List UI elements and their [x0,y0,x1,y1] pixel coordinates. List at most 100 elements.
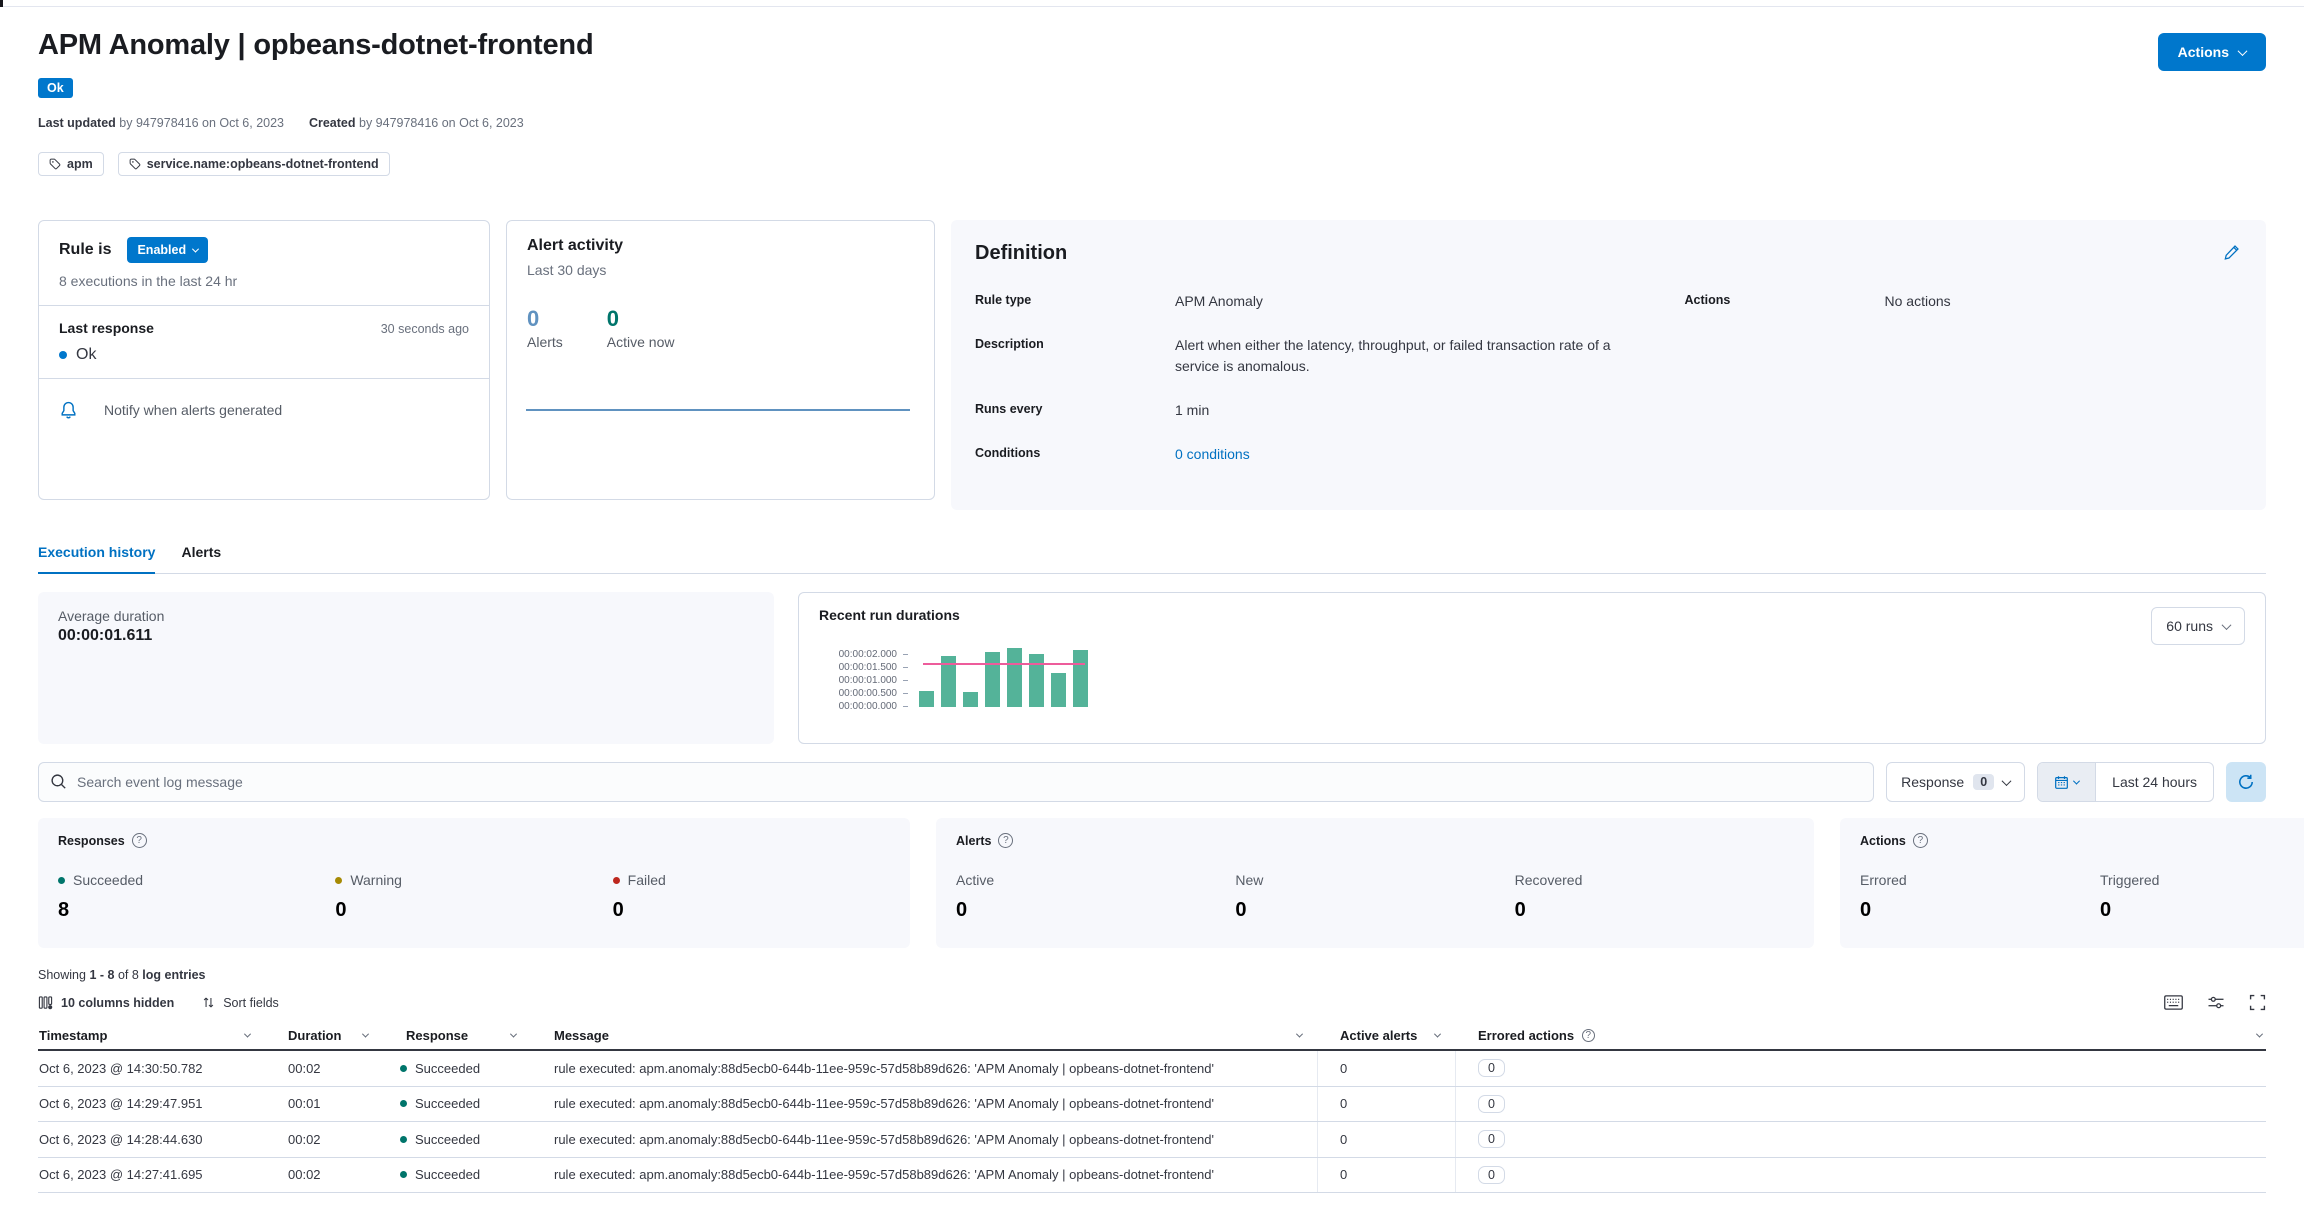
cell-errored-actions: 0 [1456,1158,2266,1193]
recent-run-durations-panel: Recent run durations 60 runs 00:00:02.00… [798,592,2266,744]
edit-pencil-icon[interactable] [2223,244,2240,266]
succeeded-dot [400,1100,407,1107]
col-header-duration[interactable]: Duration [266,1021,384,1049]
rule-details-page: APM Anomaly | opbeans-dotnet-frontend Ok… [0,7,2304,1193]
new-label: New [1235,872,1263,888]
search-icon [50,773,67,795]
axis-tick [903,654,908,655]
errored-actions-badge[interactable]: 0 [1478,1130,1505,1148]
duration-panels-row: Average duration 00:00:01.611 Recent run… [38,592,2266,744]
warning-label: Warning [350,872,402,888]
alert-activity-title: Alert activity [527,237,914,255]
created-value: by 947978416 on Oct 6, 2023 [359,116,524,130]
cell-message: rule executed: apm.anomaly:88d5ecb0-644b… [532,1122,1318,1157]
tag-apm[interactable]: apm [38,152,104,176]
cell-response: Succeeded [384,1122,532,1157]
succeeded-dot [58,877,65,884]
col-header-message[interactable]: Message [532,1021,1318,1049]
duration-bar [963,692,978,707]
enabled-dropdown-button[interactable]: Enabled [127,237,208,263]
errored-actions-badge[interactable]: 0 [1478,1166,1505,1184]
succeeded-value: 8 [58,899,335,922]
log-table-header: Timestamp Duration Response Message Acti… [38,1021,2266,1051]
cell-duration: 00:02 [266,1051,384,1086]
col-header-timestamp[interactable]: Timestamp [38,1021,266,1049]
duration-bar [919,691,934,707]
summary-cards-row: Rule is Enabled 8 executions in the last… [38,220,2266,510]
cell-message: rule executed: apm.anomaly:88d5ecb0-644b… [532,1051,1318,1086]
y-axis-tick-label: 00:00:00.000 [839,701,897,712]
y-axis-tick-label: 00:00:00.500 [839,688,897,699]
actions-button[interactable]: Actions [2158,33,2266,71]
window-corner-notch [0,0,3,7]
cell-errored-actions: 0 [1456,1087,2266,1122]
cell-response: Succeeded [384,1158,532,1193]
succeeded-label: Succeeded [73,872,143,888]
col-header-active-alerts[interactable]: Active alerts [1318,1021,1456,1049]
keyboard-icon[interactable] [2164,995,2183,1010]
last-response-label: Last response [59,320,154,336]
run-duration-yaxis: 00:00:02.00000:00:01.50000:00:01.00000:0… [825,644,897,707]
rule-status-badge: Ok [38,78,73,98]
fullscreen-icon[interactable] [2249,994,2266,1011]
tab-alerts[interactable]: Alerts [181,544,221,573]
active-now-count: 0 [607,306,675,332]
sort-fields-button[interactable]: Sort fields [202,996,279,1010]
rule-type-label: Rule type [975,291,1175,312]
runs-count-label: 60 runs [2166,618,2213,634]
last-updated-value: by 947978416 on Oct 6, 2023 [119,116,284,130]
columns-icon [38,995,53,1010]
search-input[interactable] [38,762,1874,802]
rule-is-label: Rule is [59,241,111,259]
table-row[interactable]: Oct 6, 2023 @ 14:28:44.630 00:02 Succeed… [38,1122,2266,1158]
columns-hidden-button[interactable]: 10 columns hidden [38,995,174,1010]
responses-title: Responses [58,834,125,848]
run-durations-chart: 00:00:02.00000:00:01.50000:00:01.00000:0… [819,637,2245,715]
tag-label: apm [67,157,93,171]
refresh-button[interactable] [2226,762,2266,802]
help-icon[interactable]: ? [132,833,147,848]
axis-tick [903,667,908,668]
col-header-errored-actions[interactable]: Errored actions ? [1456,1021,2266,1049]
errored-actions-badge[interactable]: 0 [1478,1059,1505,1077]
quick-select-date-button[interactable] [2038,763,2096,801]
conditions-label: Conditions [975,444,1175,465]
col-header-response[interactable]: Response [384,1021,532,1049]
axis-tick [903,693,908,694]
cell-response: Succeeded [384,1087,532,1122]
tag-service-name[interactable]: service.name:opbeans-dotnet-frontend [118,152,390,176]
stat-new: New 0 [1235,872,1514,922]
sort-icon [202,996,215,1009]
last-updated-label: Last updated [38,116,116,130]
table-row[interactable]: Oct 6, 2023 @ 14:27:41.695 00:02 Succeed… [38,1158,2266,1194]
recovered-value: 0 [1515,899,1794,922]
cell-errored-actions: 0 [1456,1122,2266,1157]
rule-type-value: APM Anomaly [1175,291,1263,312]
errored-actions-badge[interactable]: 0 [1478,1095,1505,1113]
chevron-down-icon [2238,46,2248,56]
alerts-panel: Alerts ? Active 0 New 0 Recovered 0 [936,818,1814,948]
table-row[interactable]: Oct 6, 2023 @ 14:30:50.782 00:02 Succeed… [38,1051,2266,1087]
chevron-down-icon [2256,1030,2263,1037]
axis-tick [903,706,908,707]
event-log-toolbar: Response 0 Last 24 hours [38,762,2266,802]
tab-execution-history[interactable]: Execution history [38,544,155,574]
y-axis-tick-label: 00:00:02.000 [839,649,897,660]
conditions-link[interactable]: 0 conditions [1175,444,1250,465]
average-duration-line [923,663,1085,665]
definition-left-column: Rule type APM Anomaly Description Alert … [975,291,1685,488]
cell-active-alerts: 0 [1318,1087,1456,1122]
alerts-count-label: Alerts [527,334,563,350]
chevron-down-icon [2073,777,2080,784]
table-row[interactable]: Oct 6, 2023 @ 14:29:47.951 00:01 Succeed… [38,1087,2266,1123]
help-icon[interactable]: ? [1913,833,1928,848]
response-filter-button[interactable]: Response 0 [1886,762,2025,802]
duration-bar [1029,654,1044,707]
time-range-button[interactable]: Last 24 hours [2096,763,2213,801]
display-options-icon[interactable] [2207,995,2225,1010]
warning-value: 0 [335,899,612,922]
description-label: Description [975,335,1175,377]
cell-timestamp: Oct 6, 2023 @ 14:27:41.695 [38,1158,266,1193]
help-icon[interactable]: ? [998,833,1013,848]
rule-meta: Last updated by 947978416 on Oct 6, 2023… [38,116,2266,130]
